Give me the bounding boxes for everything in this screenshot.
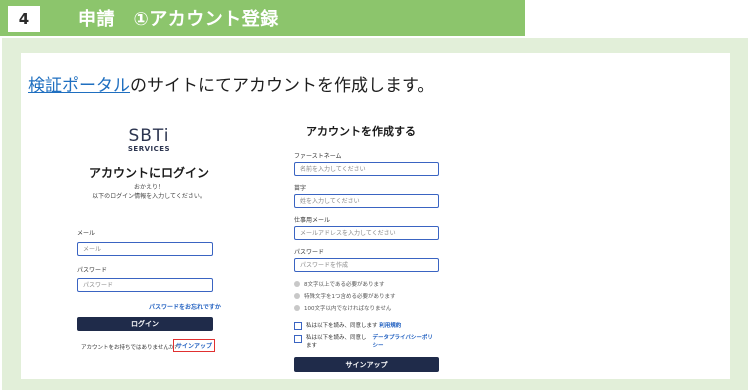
logo-sub: SERVICES xyxy=(127,145,171,153)
privacy-prefix: 私は以下を読み、同意し xyxy=(306,335,367,341)
welcome-line-1: おかえり！ xyxy=(133,184,164,191)
welcome-text: おかえり！ 以下のログイン情報を入力してください。 xyxy=(79,183,219,201)
first-name-input[interactable]: 名前を入力してください xyxy=(294,162,439,176)
requirement-text: 特殊文字を1つ含める必要があります xyxy=(304,294,396,300)
password-requirement: 100文字以内でなければなりません xyxy=(294,304,391,312)
intro-text: 検証ポータルのサイトにてアカウントを作成します。 xyxy=(28,71,434,96)
intro-rest: のサイトにてアカウントを作成します。 xyxy=(130,76,435,96)
privacy-link[interactable]: データプライバシーポリシー xyxy=(373,334,435,350)
welcome-line-2: 以下のログイン情報を入力してください。 xyxy=(92,193,206,200)
work-email-input[interactable]: メールアドレスを入力してください xyxy=(294,226,439,240)
requirement-status-icon xyxy=(294,281,300,287)
requirement-status-icon xyxy=(294,293,300,299)
privacy-suffix: ます xyxy=(306,343,318,349)
terms-prefix: 私は以下を読み、同意します xyxy=(306,323,378,329)
create-account-title: アカウントを作成する xyxy=(306,125,416,138)
work-email-label: 仕事用メール xyxy=(294,217,331,224)
terms-agreement: 私は以下を読み、同意します 利用規約 xyxy=(294,321,401,330)
sbti-logo: SBTi SERVICES xyxy=(114,127,184,153)
header-title: 申請 ①アカウント登録 xyxy=(78,9,279,30)
step-number: 4 xyxy=(8,6,40,32)
requirement-status-icon xyxy=(294,305,300,311)
last-name-label: 苗字 xyxy=(294,185,307,192)
logo-main: SBTi xyxy=(128,126,170,146)
signup-password-label: パスワード xyxy=(294,249,325,256)
login-email-input[interactable]: メール xyxy=(77,242,213,256)
terms-link[interactable]: 利用規約 xyxy=(379,323,401,329)
header-bar: 4 申請 ①アカウント登録 xyxy=(0,0,525,36)
no-account-text: アカウントをお持ちではありませんか? xyxy=(81,345,178,351)
forgot-password-link[interactable]: パスワードをお忘れですか xyxy=(149,302,221,311)
login-password-input[interactable]: パスワード xyxy=(77,278,213,292)
terms-checkbox[interactable] xyxy=(294,322,302,330)
login-button[interactable]: ログイン xyxy=(77,317,213,331)
requirement-text: 100文字以内でなければなりません xyxy=(304,306,392,312)
login-title: アカウントにログイン xyxy=(88,166,209,180)
verification-portal-link[interactable]: 検証ポータル xyxy=(28,76,130,96)
login-email-label: メール xyxy=(77,230,96,237)
privacy-agreement: 私は以下を読み、同意し ます データプライバシーポリシー xyxy=(294,334,435,350)
terms-text: 私は以下を読み、同意します 利用規約 xyxy=(306,321,401,329)
login-password-label: パスワード xyxy=(77,267,108,274)
first-name-label: ファーストネーム xyxy=(294,153,342,160)
content-panel: 検証ポータルのサイトにてアカウントを作成します。 SBTi SERVICES ア… xyxy=(2,38,748,390)
password-requirement: 特殊文字を1つ含める必要があります xyxy=(294,292,396,300)
signup-password-input[interactable]: パスワードを作成 xyxy=(294,258,439,272)
privacy-checkbox[interactable] xyxy=(294,335,302,343)
privacy-text: 私は以下を読み、同意し ます xyxy=(306,334,367,350)
screenshot-card: 検証ポータルのサイトにてアカウントを作成します。 SBTi SERVICES ア… xyxy=(21,53,730,379)
signup-button[interactable]: サインアップ xyxy=(294,357,439,372)
last-name-input[interactable]: 姓を入力してください xyxy=(294,194,439,208)
signup-link[interactable]: サインアップ xyxy=(173,339,216,352)
requirement-text: 8文字以上である必要があります xyxy=(304,282,385,288)
password-requirement: 8文字以上である必要があります xyxy=(294,280,384,288)
